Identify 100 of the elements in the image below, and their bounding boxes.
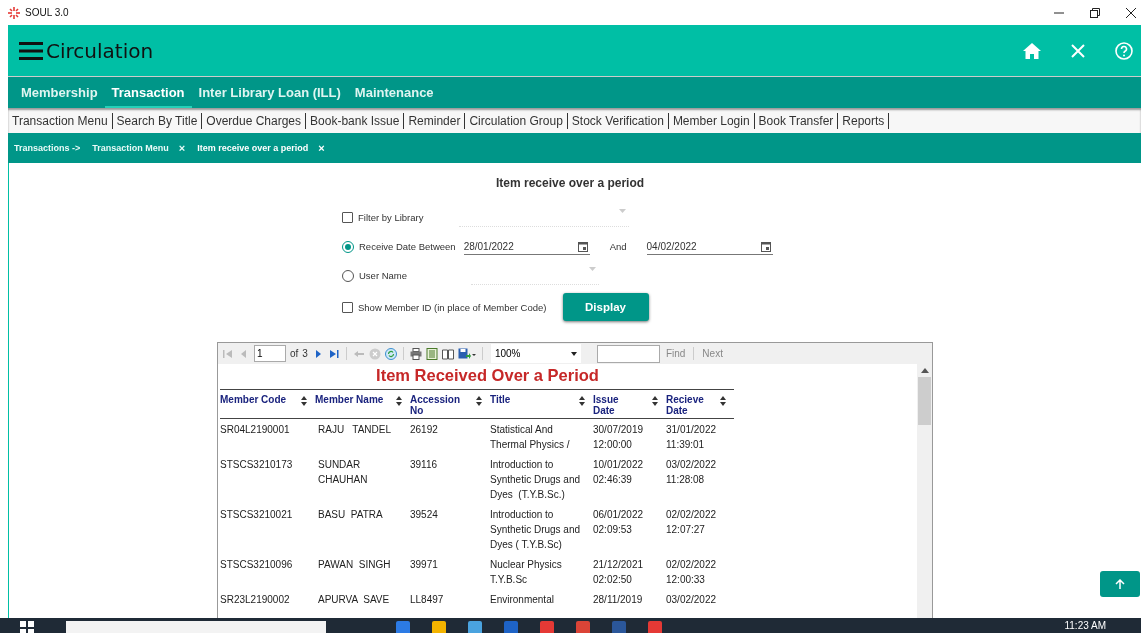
calendar-icon: [760, 240, 771, 252]
page-count: 3: [302, 348, 308, 359]
scrollbar[interactable]: [917, 364, 932, 618]
sort-icon[interactable]: [476, 396, 482, 406]
restore-icon[interactable]: [1090, 7, 1100, 18]
dropdown-field[interactable]: [471, 266, 600, 285]
page-of-label: of: [290, 348, 299, 359]
page-layout-icon[interactable]: [425, 347, 438, 360]
column-header[interactable]: Issue Date: [593, 394, 641, 416]
column-header[interactable]: Title: [490, 394, 538, 405]
close-icon[interactable]: [1126, 7, 1136, 18]
sort-icon[interactable]: [579, 396, 585, 406]
scroll-thumb[interactable]: [918, 377, 931, 425]
table-cell-text: RAJU TANDEL: [318, 423, 392, 437]
table-cell-text: 31/01/2022 11:39:01: [666, 423, 717, 452]
table-cell-text: 10/01/2022 02:46:39: [593, 458, 644, 487]
and-label: And: [609, 241, 627, 252]
date-field[interactable]: 28/01/2022: [463, 238, 590, 255]
zoom-dropdown[interactable]: 100%: [490, 344, 581, 363]
scroll-to-top-button[interactable]: [1100, 571, 1140, 597]
submenu-tab[interactable]: Transaction Menu: [8, 112, 113, 129]
table-cell-text: 28/11/2019: [593, 593, 643, 607]
submenu-tab[interactable]: Member Login: [668, 112, 755, 129]
table-cell-text: LL8497: [410, 593, 444, 607]
table-cell-text: Introduction to Synthetic Drugs and Dyes (T.Y.B.Sc.): [490, 458, 581, 502]
close-tab-button[interactable]: ×: [178, 142, 186, 154]
column-header[interactable]: Accession No: [410, 394, 458, 416]
submenu-tab[interactable]: Overdue Charges: [202, 112, 307, 129]
home-icon[interactable]: [1023, 42, 1041, 59]
page-number-field[interactable]: 1: [254, 345, 286, 362]
clock-time: 11:23 AM: [1064, 621, 1107, 630]
app-title: SOUL 3.0: [25, 7, 69, 18]
checkbox[interactable]: [342, 212, 353, 223]
scroll-up-icon: [920, 368, 929, 373]
column-header[interactable]: Recieve Date: [666, 394, 714, 416]
sort-icon[interactable]: [301, 396, 307, 406]
table-cell-text: BASU PATRA: [318, 508, 384, 522]
breadcrumb-link[interactable]: Item receive over a period: [197, 143, 309, 153]
option-label: Receive Date Between: [359, 241, 456, 252]
table-cell-text: 03/02/2022 11:28:08: [666, 458, 717, 487]
submenu-tab[interactable]: Book Transfer: [754, 112, 839, 129]
submenu-tab[interactable]: Stock Verification: [567, 112, 669, 129]
last-page-icon[interactable]: [327, 347, 340, 360]
display-button[interactable]: Display: [562, 293, 649, 321]
table-cell-text: Environmental: [490, 593, 554, 607]
first-page-icon[interactable]: [222, 347, 234, 360]
dropdown-caret-icon: [589, 266, 597, 271]
option-label: Filter by Library: [358, 212, 424, 223]
date-field[interactable]: 04/02/2022: [646, 238, 773, 255]
sort-icon[interactable]: [396, 396, 402, 406]
submenu-tab[interactable]: Search By Title: [112, 112, 203, 129]
column-header[interactable]: Member Name: [315, 394, 384, 405]
table-cell-text: 06/01/2022 02:09:53: [593, 508, 644, 537]
table-cell-text: 39971: [410, 558, 438, 572]
table-cell-text: 03/02/2022: [666, 593, 717, 607]
submenu-tab[interactable]: Reports: [838, 112, 890, 129]
table-cell-text: 02/02/2022 12:07:27: [666, 508, 717, 537]
stop-icon[interactable]: [368, 347, 381, 360]
table-cell-text: 21/12/2021 02:02:50: [593, 558, 644, 587]
find-field[interactable]: [596, 344, 660, 363]
table-cell-text: 02/02/2022 12:00:33: [666, 558, 717, 587]
windows-start-icon[interactable]: [20, 621, 34, 633]
calendar-icon: [577, 240, 588, 252]
table-cell-text: APURVA SAVE: [318, 593, 391, 607]
dropdown-caret-icon: [570, 351, 577, 356]
submenu-tab[interactable]: Reminder: [404, 112, 466, 129]
menu-icon[interactable]: [19, 41, 43, 60]
table-cell-text: 26192: [410, 423, 438, 437]
table-cell-text: SR04L2190001: [220, 423, 290, 437]
module-title: Circulation: [46, 38, 154, 63]
breadcrumb-link[interactable]: Transactions ->: [14, 143, 81, 153]
table-cell-text: Introduction to Synthetic Drugs and Dyes ( T.Y.B.Sc): [490, 508, 581, 552]
table-cell-text: Nuclear Physics T.Y.B.Sc: [490, 558, 562, 587]
report-title: Item Received Over a Period: [375, 365, 600, 386]
column-header[interactable]: Member Code: [220, 394, 287, 405]
help-icon[interactable]: [1115, 41, 1133, 60]
submenu-tab[interactable]: Book-bank Issue: [306, 112, 405, 129]
print-icon[interactable]: [409, 347, 422, 360]
table-cell-text: STSCS3210021: [220, 508, 293, 522]
table-cell-text: STSCS3210173: [220, 458, 293, 472]
table-cell-text: Statistical And Thermal Physics /: [490, 423, 570, 452]
up-arrow-icon: [1115, 579, 1125, 589]
table-cell-text: 30/07/2019 12:00:00: [593, 423, 644, 452]
export-save-icon[interactable]: [457, 347, 476, 360]
sort-icon[interactable]: [652, 396, 658, 406]
table-cell-text: SUNDAR CHAUHAN: [318, 458, 369, 487]
app-logo-icon: [8, 6, 20, 19]
sort-icon[interactable]: [720, 396, 726, 406]
dropdown-field[interactable]: [459, 208, 630, 227]
table-cell-text: PAWAN SINGH: [318, 558, 392, 572]
page-setup-icon[interactable]: [441, 347, 454, 360]
close-tab-button[interactable]: ×: [318, 142, 325, 154]
refresh-icon[interactable]: [384, 347, 397, 360]
option-label: Show Member ID (in place of Member Code): [358, 301, 547, 313]
checkbox[interactable]: [342, 301, 353, 313]
taskbar-search-field[interactable]: [66, 621, 326, 633]
table-cell-text: 39524: [410, 508, 438, 522]
table-cell-text: SR23L2190002: [220, 593, 290, 607]
dropdown-caret-icon: [619, 208, 627, 213]
submenu-tab[interactable]: Circulation Group: [465, 112, 568, 129]
